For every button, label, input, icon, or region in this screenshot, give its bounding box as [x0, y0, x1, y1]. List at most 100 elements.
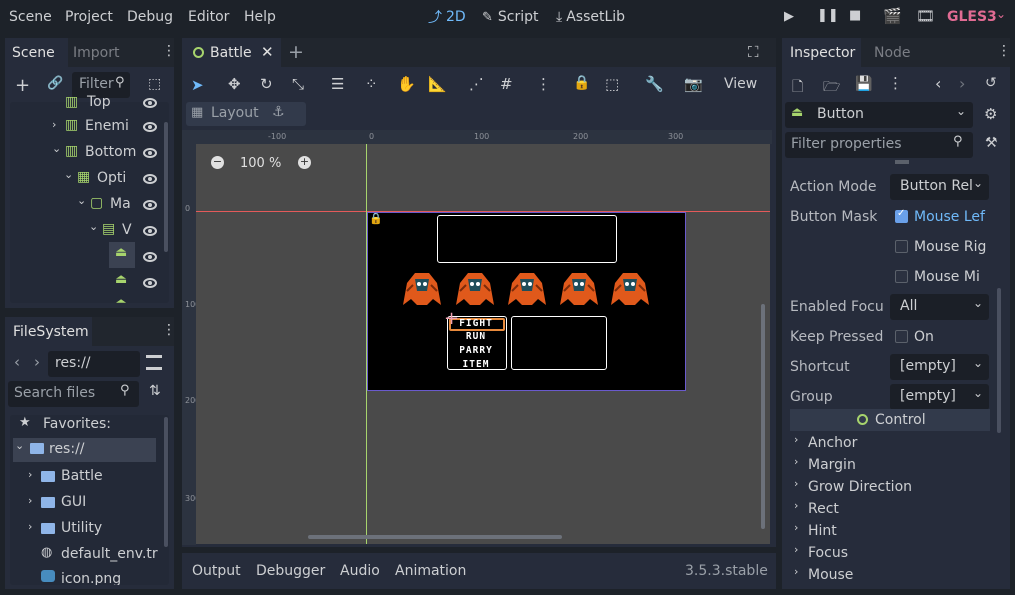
more-vertical-icon[interactable]: ⋮ [162, 322, 176, 338]
close-icon[interactable]: ✕ [261, 43, 274, 61]
tab-audio[interactable]: Audio [340, 563, 380, 579]
menu-item[interactable]: ITEM [448, 359, 504, 370]
smart-snap-icon[interactable]: ⋰ [469, 75, 484, 93]
vertical-scrollbar[interactable] [761, 304, 765, 529]
visibility-eye-icon[interactable] [143, 98, 157, 108]
fullscreen-icon[interactable]: ⛶ [748, 43, 759, 61]
pause-icon[interactable]: ❚❚ [817, 8, 839, 23]
chevron-right-icon[interactable]: › [28, 520, 32, 533]
forward-arrow-icon[interactable]: › [34, 353, 40, 371]
link-icon[interactable]: 🔗 [47, 76, 63, 91]
chevron-right-icon[interactable]: › [28, 494, 32, 507]
add-tab-icon[interactable]: + [288, 41, 304, 63]
visibility-eye-icon[interactable] [143, 200, 157, 210]
filter-properties-input[interactable]: Filter properties ⚲ [785, 132, 973, 158]
visibility-eye-icon[interactable] [143, 226, 157, 236]
tab-import[interactable]: Import [73, 45, 119, 61]
select-tool-icon[interactable]: ➤ [191, 76, 204, 94]
list-select-icon[interactable]: ☰ [331, 75, 344, 93]
play-icon[interactable]: ▶ [784, 9, 794, 24]
file-item-res-selected[interactable]: ⌄ res:// [13, 438, 156, 462]
file-search-input[interactable]: Search files ⚲ [8, 381, 139, 407]
forward-arrow-icon[interactable]: › [959, 74, 965, 93]
more-vertical-icon[interactable]: ⋮ [162, 43, 176, 59]
ruler-tool-icon[interactable]: 📐 [428, 75, 447, 93]
menu-debug[interactable]: Debug [127, 9, 173, 25]
stop-icon[interactable]: ■ [849, 8, 861, 23]
section-focus[interactable]: Focus [808, 545, 848, 561]
back-arrow-icon[interactable]: ‹ [14, 353, 20, 371]
file-item-default-env[interactable]: default_env.tr [61, 546, 158, 562]
visibility-eye-icon[interactable] [143, 278, 157, 288]
pivot-tool-icon[interactable]: ⁘ [365, 75, 378, 93]
open-folder-icon[interactable]: 🗁 [823, 76, 840, 100]
node-selector[interactable]: ⏏ Button ⌄ [785, 102, 973, 128]
tree-item-button-selected[interactable]: ⏏ [109, 242, 135, 268]
bone-icon[interactable]: 🔧 [645, 75, 664, 93]
mouse-middle-checkbox[interactable] [895, 270, 908, 283]
rotate-tool-icon[interactable]: ↻ [260, 75, 273, 93]
menu-run[interactable]: RUN [448, 331, 504, 342]
section-hint[interactable]: Hint [808, 523, 837, 539]
tab-debugger[interactable]: Debugger [256, 563, 325, 579]
renderer-selector[interactable]: GLES3 [947, 9, 997, 25]
workspace-assetlib[interactable]: ⤓ AssetLib [556, 7, 625, 27]
section-grow-direction[interactable]: Grow Direction [808, 479, 912, 495]
grid-snap-icon[interactable]: # [500, 75, 513, 93]
split-view-icon[interactable] [146, 355, 162, 370]
zoom-in-icon[interactable]: + [298, 156, 311, 169]
menu-help[interactable]: Help [244, 9, 276, 25]
scrollbar[interactable] [164, 417, 168, 547]
move-tool-icon[interactable]: ✥ [228, 75, 241, 93]
menu-parry[interactable]: PARRY [448, 345, 504, 356]
tab-animation[interactable]: Animation [395, 563, 466, 579]
view-menu[interactable]: View [724, 76, 757, 92]
tab-battle[interactable]: Battle ✕ [182, 38, 281, 67]
tools-icon[interactable]: ⚒ [985, 135, 998, 151]
tab-inspector[interactable]: Inspector [782, 38, 861, 67]
section-rect[interactable]: Rect [808, 501, 839, 517]
horizontal-scrollbar[interactable] [308, 535, 562, 539]
section-anchor[interactable]: Anchor [808, 435, 857, 451]
more-vertical-icon[interactable]: ⋮ [536, 75, 551, 93]
more-vertical-icon[interactable]: ⋮ [997, 43, 1011, 59]
section-margin[interactable]: Margin [808, 457, 856, 473]
group-icon[interactable]: ⬚ [605, 75, 619, 93]
button-node-icon[interactable]: ⏏ [115, 296, 127, 303]
visibility-eye-icon[interactable] [143, 148, 157, 158]
layout-button[interactable]: ▦ Layout ⚓ [186, 102, 306, 126]
canvas-2d[interactable]: − 100 % + 🔒 + FIGHT RUN PARRY ITEM [196, 144, 770, 544]
play-custom-scene-icon[interactable]: 🎞 [916, 7, 935, 25]
instance-scene-icon[interactable]: ⬚ [148, 76, 161, 92]
menu-project[interactable]: Project [65, 9, 113, 25]
zoom-out-icon[interactable]: − [211, 156, 224, 169]
add-node-icon[interactable]: + [15, 75, 30, 96]
chevron-right-icon[interactable]: › [28, 468, 32, 481]
visibility-eye-icon[interactable] [143, 122, 157, 132]
button-node-icon[interactable]: ⏏ [115, 272, 127, 287]
back-arrow-icon[interactable]: ‹ [935, 74, 941, 93]
menu-editor[interactable]: Editor [188, 9, 229, 25]
menu-fight[interactable]: FIGHT [448, 318, 504, 329]
new-resource-icon[interactable]: 🗋 [792, 76, 803, 100]
scale-tool-icon[interactable]: ⤡ [292, 75, 304, 93]
workspace-script[interactable]: ✎ Script [482, 7, 539, 27]
chevron-down-icon[interactable]: ⌄ [996, 7, 1006, 21]
lock-icon[interactable]: 🔒 [573, 75, 590, 91]
tab-node[interactable]: Node [874, 45, 911, 61]
workspace-2d[interactable]: ⤴ 2D [428, 7, 466, 27]
zoom-level[interactable]: 100 % [240, 156, 281, 171]
file-item-gui[interactable]: GUI [61, 494, 86, 510]
scrollbar[interactable] [164, 122, 168, 252]
play-scene-icon[interactable]: 🎬 [883, 7, 902, 25]
node-tools-icon[interactable]: ⚙ [984, 105, 997, 123]
tab-filesystem[interactable]: FileSystem [5, 317, 92, 346]
section-mouse[interactable]: Mouse [808, 567, 853, 583]
path-field[interactable]: res:// [48, 351, 140, 377]
file-item-battle[interactable]: Battle [61, 468, 103, 484]
keep-pressed-checkbox[interactable] [895, 330, 908, 343]
menu-scene[interactable]: Scene [9, 9, 52, 25]
file-item-icon-png[interactable]: icon.png [61, 571, 121, 585]
tab-output[interactable]: Output [192, 563, 241, 579]
inspector-scrollbar[interactable] [997, 288, 1001, 433]
